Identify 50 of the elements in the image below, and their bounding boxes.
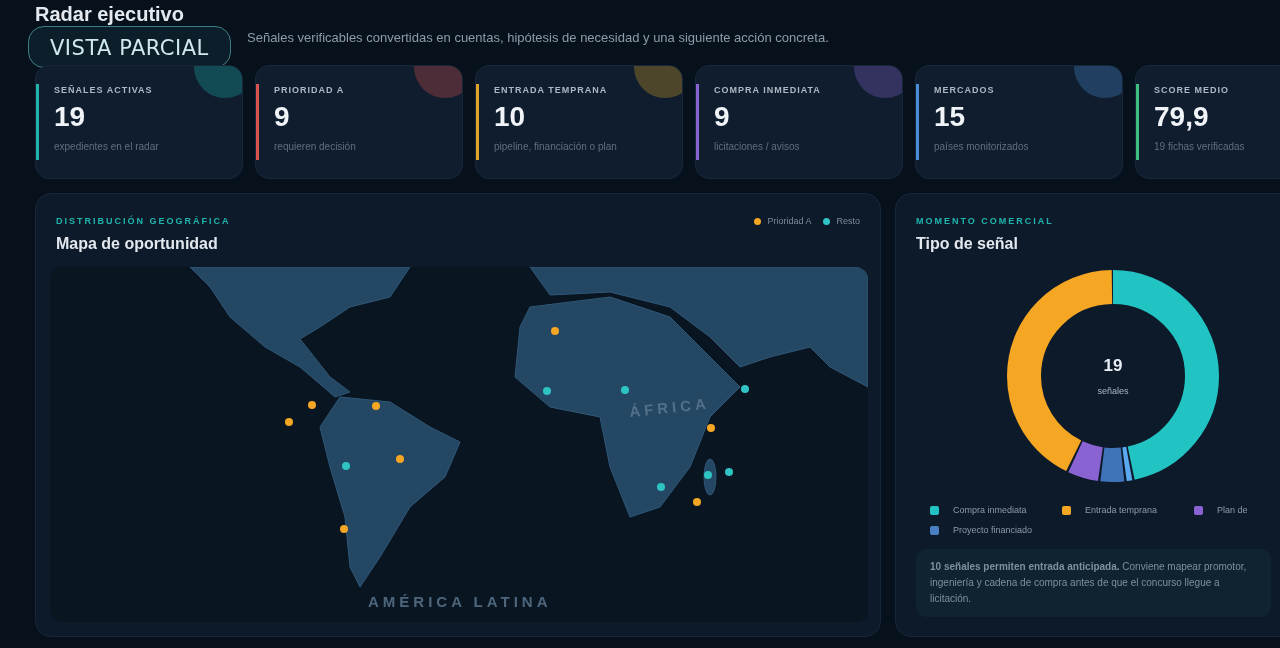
page-title: Radar ejecutivo: [35, 2, 185, 26]
map-marker[interactable]: [372, 402, 380, 410]
donut-caption: señales: [1097, 386, 1129, 396]
legend-label: Prioridad A: [767, 216, 812, 226]
kpi-label: SCORE MEDIO: [1154, 85, 1230, 95]
panel-eyebrow: DISTRIBUCIÓN GEOGRÁFICA: [56, 216, 231, 226]
kpi-value: 9: [714, 101, 731, 133]
partial-view-badge: VISTA PARCIAL: [28, 26, 231, 68]
map-marker[interactable]: [342, 462, 350, 470]
kpi-value: 15: [934, 101, 967, 133]
map-marker[interactable]: [704, 471, 712, 479]
kpi-label: PRIORIDAD A: [274, 85, 346, 95]
map-marker[interactable]: [308, 401, 316, 409]
legend-label: Resto: [836, 216, 860, 226]
panel-title: Mapa de oportunidad: [56, 235, 219, 253]
kpi-label: ENTRADA TEMPRANA: [494, 85, 609, 95]
kpi-note: licitaciones / avisos: [714, 141, 801, 152]
region-label: AMÉRICA LATINA: [368, 593, 552, 610]
map-marker[interactable]: [396, 455, 404, 463]
kpi-note: pipeline, financiación o plan: [494, 141, 617, 152]
page-subtitle: Señales verificables convertidas en cuentas, hipótesis de necesidad y una siguiente acción concreta.: [247, 30, 830, 45]
map-marker[interactable]: [543, 387, 551, 395]
donut-total: 19: [1103, 356, 1123, 376]
kpi-note: países monitorizados: [934, 141, 1029, 152]
kpi-note: expedientes en el radar: [54, 141, 159, 152]
map-marker[interactable]: [741, 385, 749, 393]
kpi-note: 19 fichas verificadas: [1154, 141, 1245, 152]
kpi-value: 10: [494, 101, 527, 133]
kpi-value: 79,9: [1154, 101, 1210, 133]
map-marker[interactable]: [551, 327, 559, 335]
map-marker[interactable]: [285, 418, 293, 426]
map-marker[interactable]: [657, 483, 665, 491]
kpi-note: requieren decisión: [274, 141, 356, 152]
legend-label: Proyecto financiado: [953, 525, 1033, 535]
kpi-value: 9: [274, 101, 291, 133]
panel-title: Tipo de señal: [916, 235, 1019, 253]
insight-note: 10 señales permiten entrada anticipada. Conviene mapear promotor, ingeniería y cadena de compra antes de que el concurso llegue a licitación.: [916, 549, 1271, 617]
map-marker[interactable]: [340, 525, 348, 533]
legend-label: Plan de: [1217, 505, 1248, 515]
map-marker[interactable]: [707, 424, 715, 432]
map-marker[interactable]: [693, 498, 701, 506]
map-marker[interactable]: [725, 468, 733, 476]
legend-label: Compra inmediata: [953, 505, 1027, 515]
kpi-label: MERCADOS: [934, 85, 996, 95]
panel-eyebrow: MOMENTO COMERCIAL: [916, 216, 1055, 226]
map-marker[interactable]: [621, 386, 629, 394]
kpi-label: COMPRA INMEDIATA: [714, 85, 821, 95]
legend-label: Entrada temprana: [1085, 505, 1158, 515]
kpi-label: SEÑALES ACTIVAS: [54, 85, 154, 95]
kpi-value: 19: [54, 101, 87, 133]
